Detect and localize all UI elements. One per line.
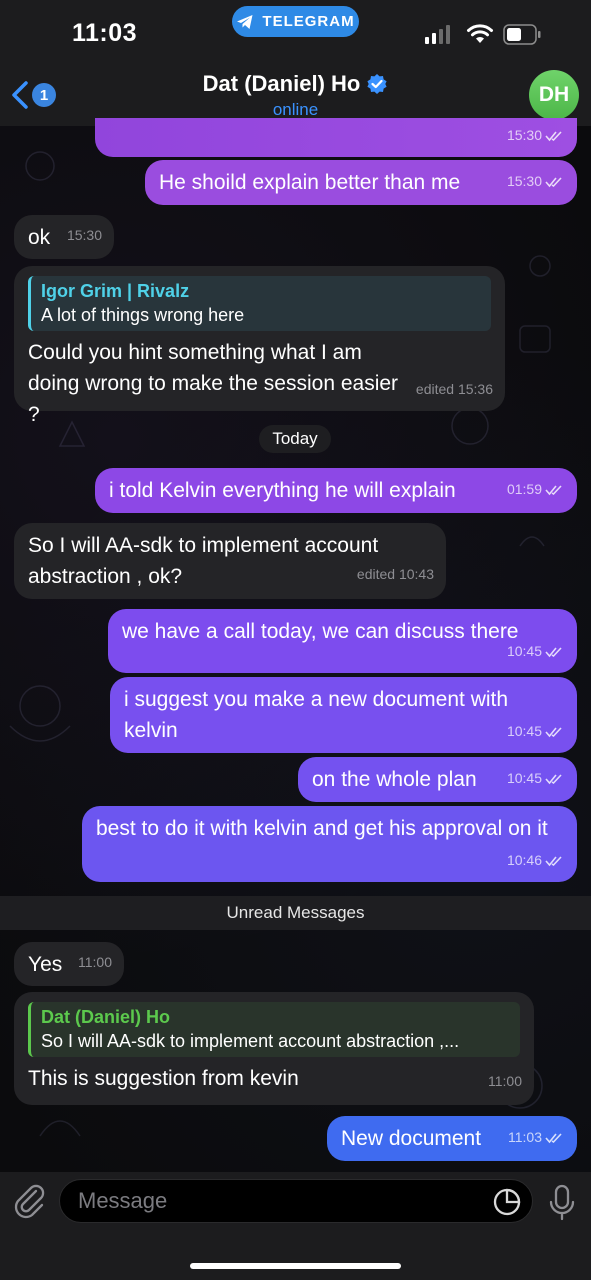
read-checks-icon xyxy=(545,484,562,495)
message-input[interactable] xyxy=(59,1179,533,1223)
chat-status: online xyxy=(272,100,319,119)
message-meta: 10:45 xyxy=(507,716,565,747)
message-meta: 01:59 xyxy=(507,474,565,505)
status-time: 11:03 xyxy=(72,19,138,47)
message-text: ok xyxy=(28,226,51,249)
sticker-icon[interactable] xyxy=(492,1187,522,1217)
reply-author: Dat (Daniel) Ho xyxy=(41,1007,171,1027)
message-bubble[interactable]: best to do it with kelvin and get his ap… xyxy=(82,806,577,882)
message-text: best to do it with kelvin and get his ap… xyxy=(96,817,548,840)
message-text: i told Kelvin everything he will explain xyxy=(109,479,456,502)
telegram-pill-label: TELEGRAM xyxy=(262,13,355,30)
read-checks-icon xyxy=(545,726,562,737)
message-meta: 11:00 xyxy=(78,954,112,970)
message-text: on the whole plan xyxy=(312,768,477,791)
signal-icon xyxy=(425,25,450,44)
message-meta: 10:46 xyxy=(507,845,565,876)
message-meta: 15:30 xyxy=(507,120,565,151)
message-bubble[interactable]: Yes 11:00 xyxy=(14,942,124,986)
message-bubble[interactable]: i suggest you make a new document with k… xyxy=(110,677,577,753)
verified-icon xyxy=(367,74,387,94)
attach-icon[interactable] xyxy=(12,1182,46,1220)
avatar[interactable]: DH xyxy=(529,70,579,120)
chat-header: 1 Dat (Daniel) Ho online DH xyxy=(0,66,591,126)
message-text: Yes xyxy=(28,953,63,976)
message-bubble[interactable]: He shoild explain better than me 15:30 xyxy=(145,160,577,205)
message-bubble[interactable]: So I will AA-sdk to implement account ab… xyxy=(14,523,446,599)
message-bubble[interactable]: we have a call today, we can discuss the… xyxy=(108,609,577,673)
reply-text: A lot of things wrong here xyxy=(41,305,245,325)
reply-author: Igor Grim | Rivalz xyxy=(41,281,190,301)
message-meta: edited 10:43 xyxy=(356,566,434,582)
reply-text: So I will AA-sdk to implement account ab… xyxy=(41,1031,460,1051)
wifi-icon xyxy=(467,24,493,43)
date-divider: Today xyxy=(259,425,331,453)
message-bubble[interactable]: Dat (Daniel) Ho So I will AA-sdk to impl… xyxy=(14,992,534,1105)
message-meta: 11:03 xyxy=(508,1122,565,1153)
reply-quote[interactable]: Dat (Daniel) Ho So I will AA-sdk to impl… xyxy=(28,1002,520,1057)
read-checks-icon xyxy=(545,646,562,657)
message-meta: 10:45 xyxy=(507,763,565,794)
message-meta: 11:00 xyxy=(488,1073,522,1089)
message-meta: edited 15:36 xyxy=(415,381,493,397)
message-bubble[interactable]: on the whole plan 10:45 xyxy=(298,757,577,802)
message-text: Could you hint something what I am doing… xyxy=(28,341,399,426)
message-meta: 15:30 xyxy=(66,227,102,243)
message-bubble[interactable]: 15:30 xyxy=(95,118,577,157)
message-meta: 15:30 xyxy=(507,166,565,197)
read-checks-icon xyxy=(545,130,562,141)
battery-icon xyxy=(503,24,541,45)
message-text: He shoild explain better than me xyxy=(159,171,461,194)
telegram-pill[interactable]: TELEGRAM xyxy=(232,6,359,37)
message-text: i suggest you make a new document with k… xyxy=(124,688,509,742)
mic-icon[interactable] xyxy=(548,1184,576,1222)
message-bubble[interactable]: Igor Grim | Rivalz A lot of things wrong… xyxy=(14,266,505,426)
home-indicator[interactable] xyxy=(190,1263,401,1269)
reply-quote[interactable]: Igor Grim | Rivalz A lot of things wrong… xyxy=(28,276,491,331)
chat-title-area[interactable]: Dat (Daniel) Ho online xyxy=(0,71,591,120)
message-meta: 10:45 xyxy=(507,636,565,667)
read-checks-icon xyxy=(545,1132,562,1143)
chat-title: Dat (Daniel) Ho xyxy=(202,71,361,96)
read-checks-icon xyxy=(545,176,562,187)
message-bubble[interactable]: New document 11:03 xyxy=(327,1116,577,1161)
read-checks-icon xyxy=(545,773,562,784)
read-checks-icon xyxy=(545,855,562,866)
status-bar: 11:03 TELEGRAM xyxy=(0,0,591,66)
message-bubble[interactable]: ok 15:30 xyxy=(14,215,114,259)
telegram-plane-icon xyxy=(237,14,253,29)
message-text: we have a call today, we can discuss the… xyxy=(122,620,519,643)
message-text: This is suggestion from kevin xyxy=(28,1067,299,1090)
message-bubble[interactable]: i told Kelvin everything he will explain… xyxy=(95,468,577,513)
unread-divider: Unread Messages xyxy=(0,896,591,930)
message-text: New document xyxy=(341,1127,482,1150)
